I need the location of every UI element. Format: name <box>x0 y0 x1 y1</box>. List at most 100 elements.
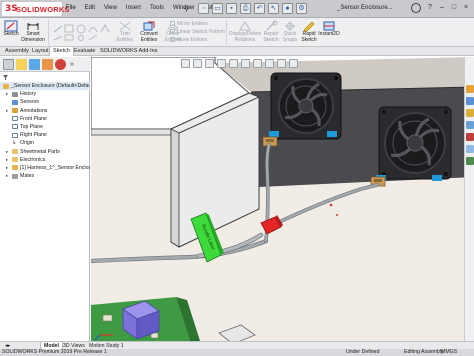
tree-item-mates[interactable]: ▸ Mates <box>0 172 90 180</box>
rapid-sketch-button[interactable]: Rapid Sketch <box>300 20 318 43</box>
appearances-icon[interactable] <box>466 133 474 141</box>
tree-item-front-plane[interactable]: Front Plane <box>0 115 90 123</box>
new-document-icon[interactable]: ▫ <box>198 3 209 14</box>
feature-tree: _Sensor Enclosure (Default<Default_D ▸ H… <box>0 82 90 180</box>
menu-edit[interactable]: Edit <box>85 5 95 11</box>
tree-item-origin[interactable]: ↳ Origin <box>0 139 90 147</box>
tree-item-annotations[interactable]: ▸ Annotations <box>0 107 90 115</box>
smart-dimension-button[interactable]: Smart Dimension <box>21 20 45 43</box>
tree-item-top-plane[interactable]: Top Plane <box>0 123 90 131</box>
expand-arrow-icon[interactable]: ▸ <box>6 156 8 164</box>
repair-sketch-button[interactable]: Repair Sketch <box>261 20 281 43</box>
tree-root-sensor-enclosure[interactable]: _Sensor Enclosure (Default<Default_D <box>0 82 90 91</box>
quick-snaps-label-2: Snaps <box>282 36 298 43</box>
options-icon[interactable]: ⚙ <box>296 3 307 14</box>
cooling-fan-1[interactable] <box>269 72 342 140</box>
filter-icon[interactable] <box>2 74 88 80</box>
tree-item-sensors[interactable]: Sensors <box>0 98 90 106</box>
plane-icon <box>12 124 18 130</box>
design-library-icon[interactable] <box>466 97 474 105</box>
view-orientation-icon[interactable] <box>229 59 238 68</box>
menu-file[interactable]: File <box>66 5 76 11</box>
menu-tools[interactable]: Tools <box>150 5 164 11</box>
folder-icon <box>12 149 18 154</box>
menu-view[interactable]: View <box>104 5 117 11</box>
save-icon[interactable]: ▪ <box>226 3 237 14</box>
file-explorer-icon[interactable] <box>466 109 474 117</box>
tree-item-label: Right Plane <box>20 132 47 139</box>
minimize-button[interactable]: – <box>437 2 447 14</box>
edit-appearance-icon[interactable] <box>265 59 274 68</box>
view-palette-icon[interactable] <box>466 121 474 129</box>
solidworks-forum-icon[interactable] <box>466 157 474 165</box>
graphics-area[interactable]: Bundle Label <box>91 57 474 344</box>
display-style-icon[interactable] <box>241 59 250 68</box>
annotation-icon <box>12 108 18 114</box>
tab-solidworks-add-ins[interactable]: SOLIDWORKS Add-Ins <box>97 47 160 56</box>
configuration-manager-tab-icon[interactable] <box>29 59 40 70</box>
trim-entities-button[interactable]: Trim Entities <box>114 20 136 43</box>
convert-entities-button[interactable]: Convert Entities <box>136 20 162 43</box>
zoom-area-icon[interactable] <box>193 59 202 68</box>
feature-tree-tab-icon[interactable] <box>3 59 14 70</box>
status-version: SOLIDWORKS Premium 2019 Pre Release 1 <box>2 349 107 355</box>
custom-properties-icon[interactable] <box>466 145 474 153</box>
tree-item-right-plane[interactable]: Right Plane <box>0 131 90 139</box>
previous-view-icon[interactable] <box>205 59 214 68</box>
display-delete-relations-button[interactable]: Display/Delete Relations <box>229 20 261 43</box>
instant2d-button[interactable]: Instant2D <box>318 20 340 38</box>
relations-label-2: Relations <box>234 36 256 43</box>
move-entities-button[interactable]: Move Entities <box>170 37 207 43</box>
expand-panel-icon[interactable]: » <box>70 59 81 70</box>
quick-snaps-button[interactable]: Quick Snaps <box>281 20 299 43</box>
close-button[interactable]: × <box>461 2 471 14</box>
solidworks-window: 3S SOLIDWORKS File Edit View Insert Tool… <box>0 0 474 356</box>
search-icon[interactable] <box>411 3 421 13</box>
command-manager-tabs: Assembly Layout Sketch Evaluate SOLIDWOR… <box>0 47 474 56</box>
tree-item-label: [1] Harness_1^_Sensor Enclosure <box>20 164 90 171</box>
pin-icon[interactable]: ⚲ <box>184 5 189 13</box>
sketch-button[interactable]: Sketch <box>2 20 20 38</box>
tree-item-label: Electronics <box>20 156 46 163</box>
menu-insert[interactable]: Insert <box>126 5 141 11</box>
undo-icon[interactable]: ↶ <box>254 3 265 14</box>
mirror-entities-button[interactable]: Mirror Entities <box>170 21 208 27</box>
linear-pattern-button[interactable]: Linear Sketch Pattern <box>170 29 225 35</box>
expand-arrow-icon[interactable]: ▸ <box>6 164 8 172</box>
expand-arrow-icon[interactable]: ▸ <box>6 148 8 156</box>
hide-show-items-icon[interactable] <box>253 59 262 68</box>
tab-assembly[interactable]: Assembly <box>2 47 32 56</box>
zoom-to-fit-icon[interactable] <box>181 59 190 68</box>
rebuild-icon[interactable]: ● <box>282 3 293 14</box>
select-icon[interactable]: ↖ <box>268 3 279 14</box>
view-settings-icon[interactable] <box>289 59 298 68</box>
open-icon[interactable]: ▭ <box>212 3 223 14</box>
status-units[interactable]: MMGS <box>441 349 457 356</box>
print-icon[interactable]: ⎙ <box>240 3 251 14</box>
solidworks-resources-icon[interactable] <box>466 85 474 93</box>
tree-item-label: Sensors <box>20 99 40 106</box>
display-manager-tab-icon[interactable] <box>55 59 66 70</box>
solidworks-logo[interactable]: 3S SOLIDWORKS <box>2 2 69 16</box>
apply-scene-icon[interactable] <box>277 59 286 68</box>
dimxpert-tab-icon[interactable] <box>42 59 53 70</box>
expand-arrow-icon[interactable]: ▸ <box>6 107 8 115</box>
tab-evaluate[interactable]: Evaluate <box>71 47 98 56</box>
property-manager-tab-icon[interactable] <box>16 59 27 70</box>
tree-item-label: History <box>20 91 37 98</box>
section-view-icon[interactable] <box>217 59 226 68</box>
tree-item-label: Annotations <box>20 107 48 114</box>
tree-item-harness[interactable]: ▸ [1] Harness_1^_Sensor Enclosure <box>0 164 90 172</box>
move-entities-label: Move Entities <box>177 37 208 43</box>
cooling-fan-2[interactable] <box>376 106 452 181</box>
expand-arrow-icon[interactable]: ▸ <box>6 90 8 98</box>
tree-item-electronics[interactable]: ▸ Electronics <box>0 156 90 164</box>
expand-arrow-icon[interactable]: ▸ <box>6 172 8 180</box>
electronic-component-cube[interactable] <box>122 300 160 340</box>
tree-item-history[interactable]: ▸ History <box>0 90 90 98</box>
sketch-entity-icons <box>53 23 110 41</box>
plane-icon <box>12 132 18 138</box>
tree-item-sheetmetal-parts[interactable]: ▸ Sheetmetal Parts <box>0 148 90 156</box>
maximize-button[interactable]: □ <box>449 2 459 14</box>
help-icon[interactable]: ? <box>428 4 432 11</box>
